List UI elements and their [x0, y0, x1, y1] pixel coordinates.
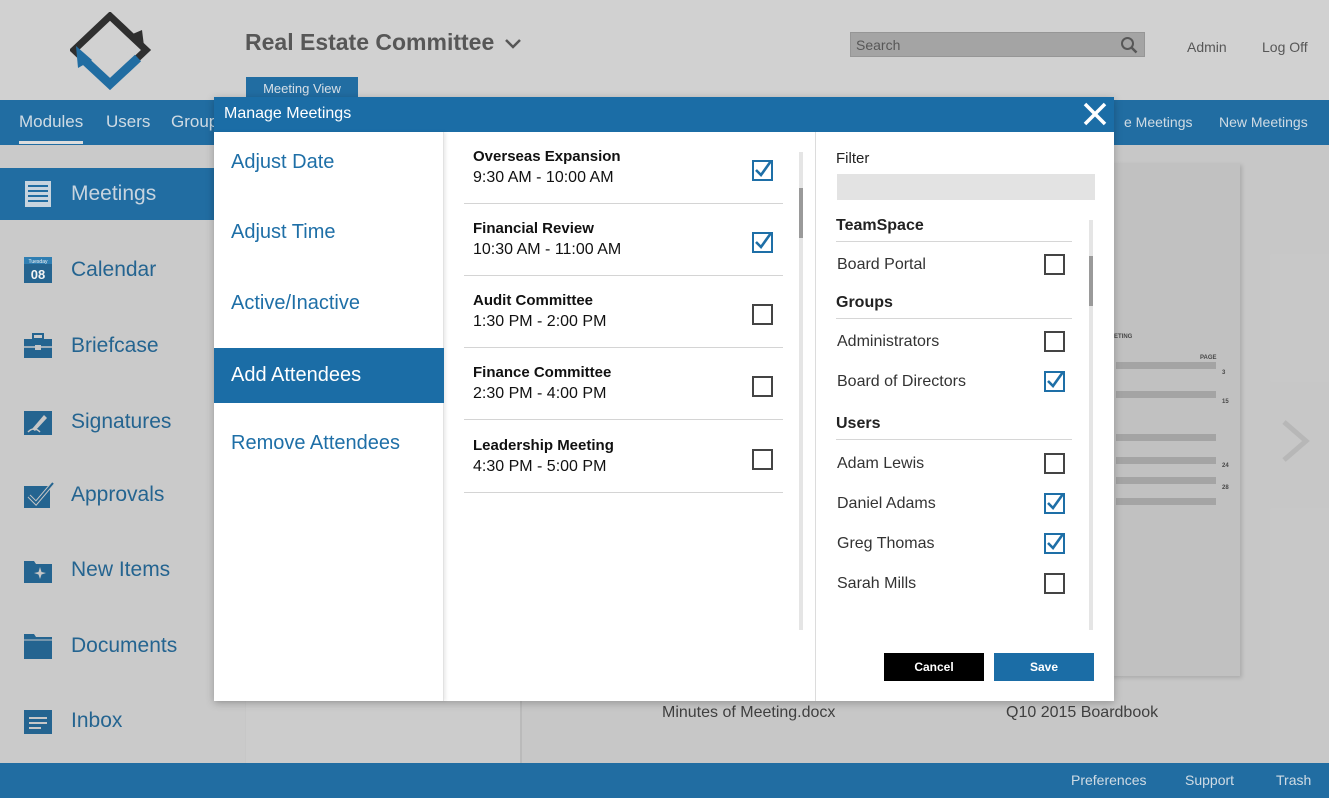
groups-heading: Groups	[836, 294, 1072, 319]
user-checkbox-daniel-adams[interactable]	[1044, 493, 1065, 514]
filter-input[interactable]	[837, 174, 1095, 200]
meeting-checkbox[interactable]	[752, 160, 773, 181]
close-icon[interactable]	[1082, 101, 1108, 127]
meeting-checkbox[interactable]	[752, 232, 773, 253]
filter-scrollbar-thumb[interactable]	[1089, 256, 1093, 306]
meeting-checkbox[interactable]	[752, 449, 773, 470]
save-button[interactable]: Save	[994, 653, 1094, 681]
checkmark-icon	[1047, 535, 1063, 551]
filter-item-label: Adam Lewis	[837, 455, 925, 472]
filter-item-label: Greg Thomas	[837, 535, 935, 552]
checkmark-icon	[755, 234, 771, 250]
filter-label: Filter	[836, 150, 870, 167]
meeting-time: 9:30 AM - 10:00 AM	[473, 169, 614, 186]
meeting-name: Leadership Meeting	[473, 437, 614, 454]
checkmark-icon	[1047, 373, 1063, 389]
meetings-list: Overseas Expansion 9:30 AM - 10:00 AM Fi…	[444, 132, 816, 701]
checkmark-icon	[755, 162, 771, 178]
filter-item-label: Board of Directors	[837, 373, 966, 390]
filter-item-label: Daniel Adams	[837, 495, 936, 512]
meeting-time: 1:30 PM - 2:00 PM	[473, 313, 607, 330]
attendee-filter-panel: Filter TeamSpace Board Portal Groups Adm…	[815, 132, 1114, 701]
meeting-row[interactable]: Finance Committee 2:30 PM - 4:00 PM	[464, 348, 783, 420]
dialog-header: Manage Meetings	[214, 97, 1114, 132]
filter-scrollbar[interactable]	[1089, 220, 1093, 630]
menu-active-inactive[interactable]: Active/Inactive	[214, 276, 444, 331]
filter-item-label: Sarah Mills	[837, 575, 917, 592]
meeting-checkbox[interactable]	[752, 304, 773, 325]
meeting-name: Financial Review	[473, 220, 594, 237]
menu-add-attendees[interactable]: Add Attendees	[214, 348, 444, 403]
user-checkbox-greg-thomas[interactable]	[1044, 533, 1065, 554]
menu-adjust-time[interactable]: Adjust Time	[214, 205, 444, 260]
user-checkbox-sarah-mills[interactable]	[1044, 573, 1065, 594]
dialog-action-menu: Adjust Date Adjust Time Active/Inactive …	[214, 132, 444, 701]
meeting-name: Audit Committee	[473, 292, 593, 309]
meeting-time: 10:30 AM - 11:00 AM	[473, 241, 622, 258]
cancel-button[interactable]: Cancel	[884, 653, 984, 681]
manage-meetings-dialog: Manage Meetings Adjust Date Adjust Time …	[214, 97, 1114, 701]
meeting-row[interactable]: Leadership Meeting 4:30 PM - 5:00 PM	[464, 421, 783, 493]
dialog-title: Manage Meetings	[224, 105, 352, 122]
filter-item-label: Board Portal	[837, 256, 926, 273]
meetings-scrollbar-thumb[interactable]	[799, 188, 803, 238]
meeting-name: Finance Committee	[473, 364, 612, 381]
menu-remove-attendees[interactable]: Remove Attendees	[214, 416, 444, 471]
meeting-row[interactable]: Overseas Expansion 9:30 AM - 10:00 AM	[464, 132, 783, 204]
meeting-time: 2:30 PM - 4:00 PM	[473, 385, 607, 402]
meeting-row[interactable]: Financial Review 10:30 AM - 11:00 AM	[464, 204, 783, 276]
group-checkbox-board-of-directors[interactable]	[1044, 371, 1065, 392]
users-heading: Users	[836, 415, 1072, 440]
filter-item-label: Administrators	[837, 333, 940, 350]
group-checkbox-administrators[interactable]	[1044, 331, 1065, 352]
meeting-name: Overseas Expansion	[473, 148, 621, 165]
user-checkbox-adam-lewis[interactable]	[1044, 453, 1065, 474]
meeting-time: 4:30 PM - 5:00 PM	[473, 458, 607, 475]
meetings-scrollbar[interactable]	[799, 152, 803, 630]
checkmark-icon	[1047, 495, 1063, 511]
teamspace-heading: TeamSpace	[836, 217, 1072, 242]
teamspace-checkbox-board-portal[interactable]	[1044, 254, 1065, 275]
meeting-checkbox[interactable]	[752, 376, 773, 397]
menu-adjust-date[interactable]: Adjust Date	[214, 135, 444, 190]
meeting-row[interactable]: Audit Committee 1:30 PM - 2:00 PM	[464, 276, 783, 348]
